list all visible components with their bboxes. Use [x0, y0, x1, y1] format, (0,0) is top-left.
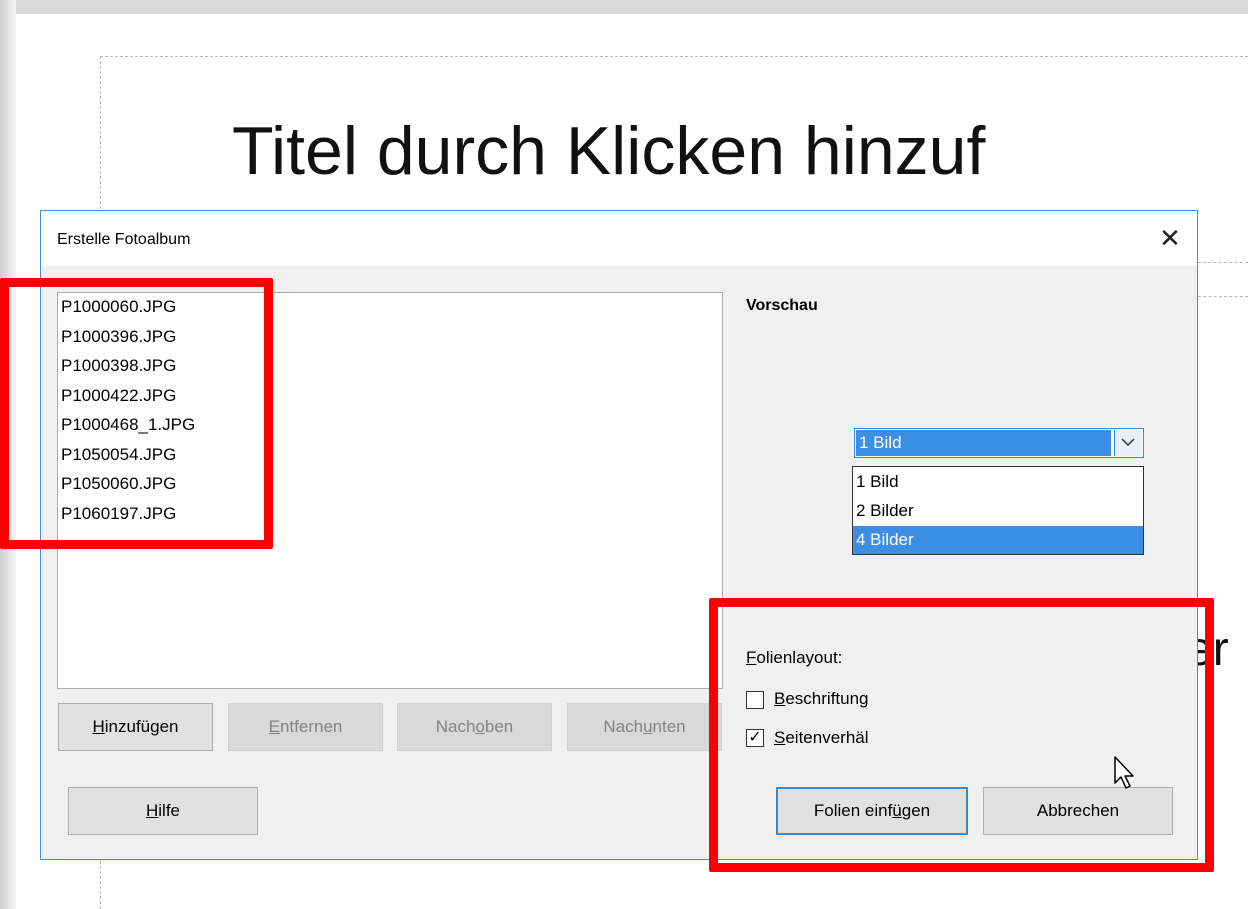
move-up-button[interactable]: Nach o ben: [397, 703, 552, 751]
dialog-title: Erstelle Fotoalbum: [57, 231, 191, 248]
chevron-down-icon[interactable]: [1114, 430, 1142, 456]
slide-layout-select[interactable]: 1 Bild: [854, 428, 1144, 458]
slide-layout-dropdown: 1 Bild 2 Bilder 4 Bilder: [852, 466, 1144, 555]
close-icon[interactable]: ✕: [1156, 224, 1184, 252]
move-up-button-mnemonic: o: [475, 717, 485, 736]
help-button-mnemonic: H: [145, 801, 159, 820]
help-button[interactable]: Hilfe: [68, 787, 258, 835]
preview-label: Vorschau: [746, 297, 818, 314]
move-down-button[interactable]: Nach u nten: [567, 703, 722, 751]
move-down-button-mnemonic: u: [643, 717, 653, 736]
remove-button[interactable]: Entfernen: [228, 703, 383, 751]
slide-title-placeholder[interactable]: Titel durch Klicken hinzuf: [232, 112, 985, 190]
dropdown-option-1[interactable]: 1 Bild: [853, 468, 1143, 496]
move-down-button-label: Nach: [603, 717, 644, 736]
remove-button-mnemonic: E: [268, 717, 280, 736]
remove-button-label: ntfernen: [279, 717, 343, 736]
slide-layout-selected-value: 1 Bild: [856, 430, 1111, 456]
dropdown-option-2[interactable]: 2 Bilder: [853, 497, 1143, 525]
move-down-button-label: nten: [652, 717, 686, 736]
placeholder-border: [1198, 296, 1248, 297]
highlight-box-file-list: [0, 278, 273, 549]
placeholder-border: [100, 56, 1248, 57]
dialog-titlebar[interactable]: Erstelle Fotoalbum ✕: [41, 211, 1197, 266]
dropdown-option-3[interactable]: 4 Bilder: [853, 526, 1143, 554]
help-button-label: ilfe: [158, 801, 180, 820]
add-button-label: inzufügen: [104, 717, 179, 736]
add-button[interactable]: Hinzufügen: [58, 703, 213, 751]
workspace-edge: [0, 0, 1248, 14]
add-button-mnemonic: H: [92, 717, 105, 736]
move-up-button-label: Nach: [435, 717, 476, 736]
highlight-box-layout: [709, 598, 1214, 872]
placeholder-border: [1198, 262, 1248, 263]
move-up-button-label: ben: [484, 717, 514, 736]
